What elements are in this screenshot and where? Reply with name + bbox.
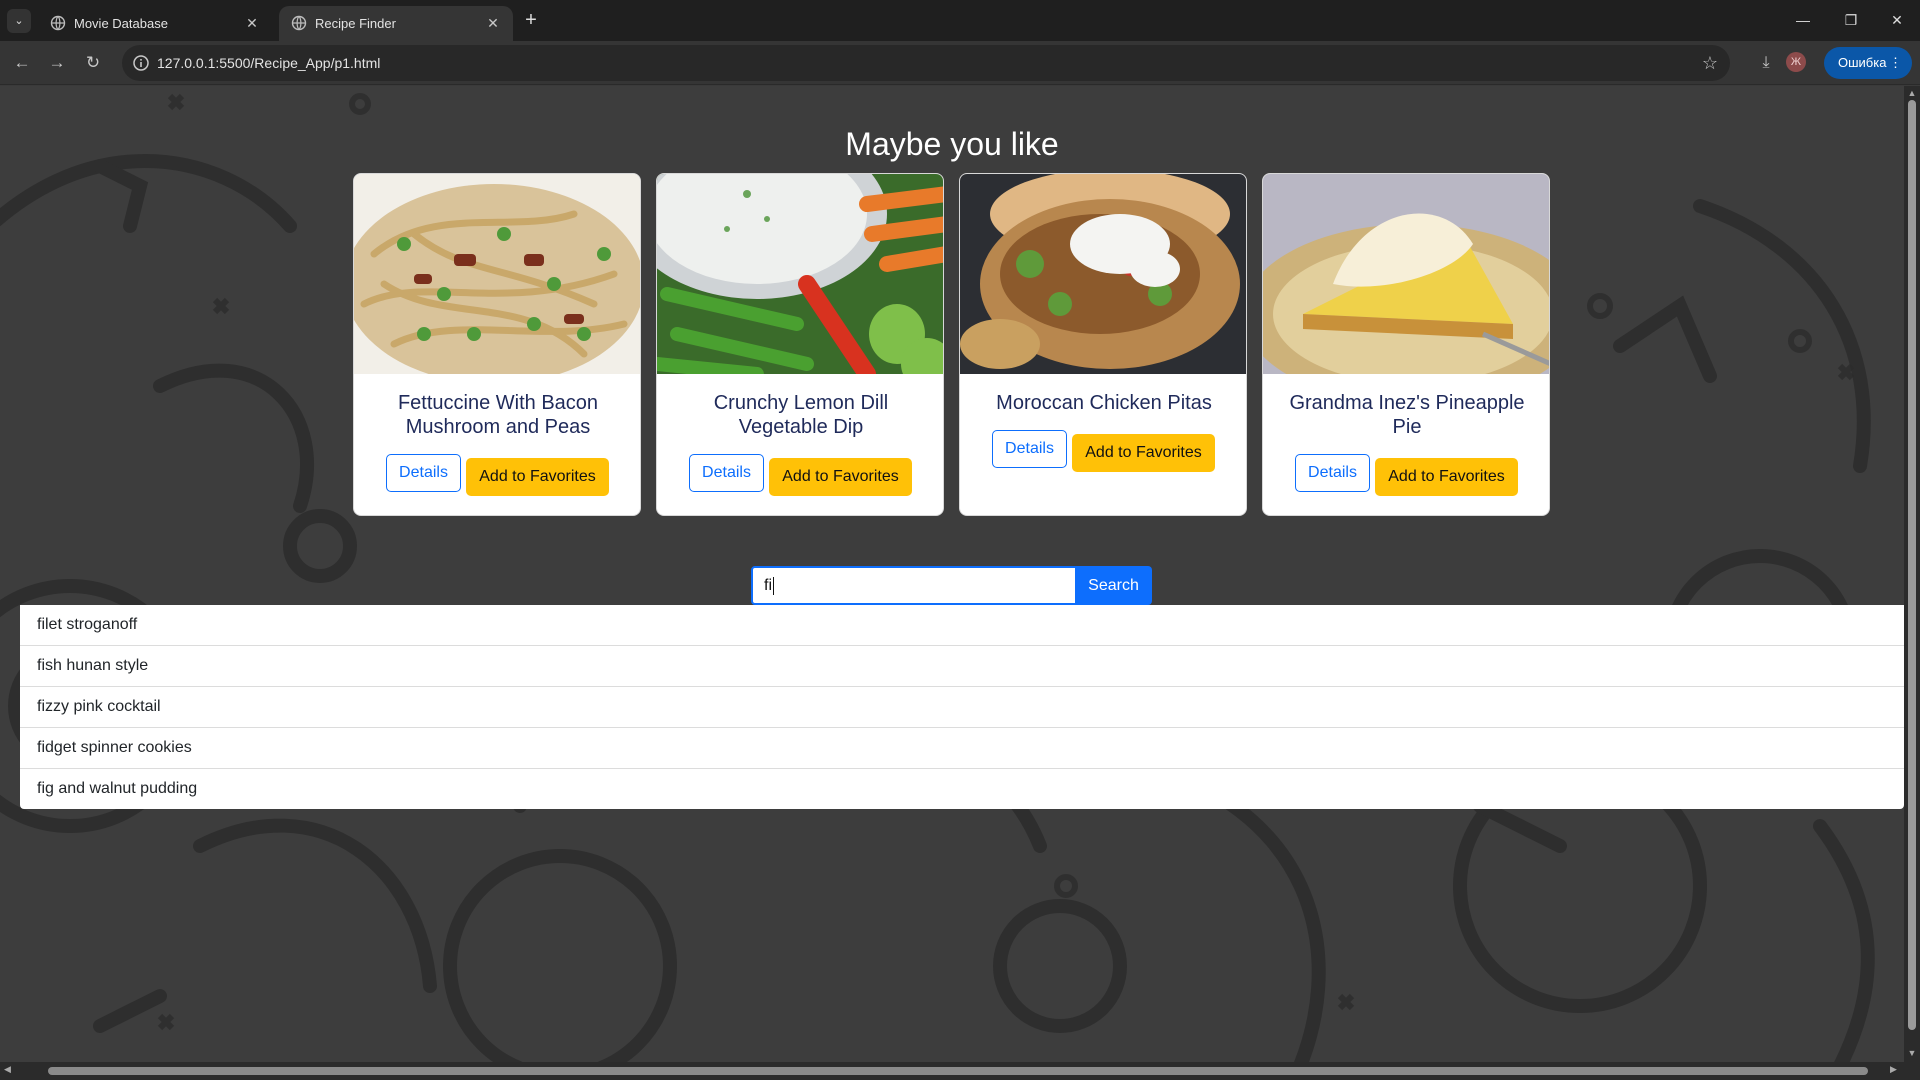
vertical-scrollbar[interactable]: ▲ ▼	[1904, 86, 1920, 1062]
more-menu-icon[interactable]: ⋮	[1889, 47, 1902, 79]
error-label: Ошибка	[1838, 55, 1887, 70]
page-title: Maybe you like	[845, 126, 1059, 162]
autocomplete-list: filet stroganoff fish hunan style fizzy …	[20, 605, 1904, 809]
suggestion-item[interactable]: fizzy pink cocktail	[20, 687, 1904, 728]
search-input-value: fi	[764, 577, 772, 594]
tab-strip: ⌄ Movie Database ✕ Recipe Finder ✕ + — ❐…	[0, 0, 1920, 41]
tab-recipe-finder[interactable]: Recipe Finder ✕	[279, 6, 513, 41]
suggestion-item[interactable]: fig and walnut pudding	[20, 769, 1904, 809]
url-text: 127.0.0.1:5500/Recipe_App/p1.html	[157, 55, 381, 71]
add-to-favorites-button[interactable]: Add to Favorites	[769, 458, 912, 496]
suggestion-item[interactable]: filet stroganoff	[20, 605, 1904, 646]
scroll-down-icon[interactable]: ▼	[1904, 1048, 1920, 1058]
browser-toolbar: ← → ↻ 127.0.0.1:5500/Recipe_App/p1.html …	[0, 41, 1920, 85]
site-info-icon[interactable]	[132, 54, 150, 72]
close-icon[interactable]: ✕	[483, 13, 503, 33]
recipe-card: Fettuccine With Bacon Mushroom and Peas …	[353, 173, 641, 516]
address-bar[interactable]: 127.0.0.1:5500/Recipe_App/p1.html ☆	[122, 45, 1730, 81]
tab-search-button[interactable]: ⌄	[7, 9, 31, 33]
download-icon[interactable]: ⤓	[1754, 51, 1778, 75]
details-button[interactable]: Details	[1295, 454, 1370, 492]
details-button[interactable]: Details	[992, 430, 1067, 468]
veggie-dip-photo	[657, 174, 943, 374]
recipe-title: Fettuccine With Bacon Mushroom and Peas	[397, 392, 599, 438]
horizontal-scrollbar[interactable]: ◀ ▶	[0, 1062, 1904, 1080]
scroll-up-icon[interactable]: ▲	[1904, 88, 1920, 98]
restore-icon[interactable]: ❐	[1834, 6, 1868, 34]
forward-icon[interactable]: →	[43, 49, 71, 77]
search-input[interactable]: fi	[751, 566, 1077, 605]
pasta-photo	[354, 174, 640, 374]
avatar[interactable]: Ж	[1786, 52, 1806, 72]
recipe-card: Moroccan Chicken Pitas Details Add to Fa…	[959, 173, 1247, 516]
recipe-title: Grandma Inez's Pineapple Pie	[1289, 392, 1525, 438]
text-caret	[773, 576, 774, 595]
pita-photo	[960, 174, 1246, 374]
recipe-title: Crunchy Lemon Dill Vegetable Dip	[713, 392, 889, 438]
add-to-favorites-button[interactable]: Add to Favorites	[1072, 434, 1215, 472]
details-button[interactable]: Details	[689, 454, 764, 492]
tab-title: Movie Database	[74, 16, 168, 31]
close-icon[interactable]: ✕	[242, 13, 262, 33]
details-button[interactable]: Details	[386, 454, 461, 492]
page-viewport: Maybe you like Fettuccine With Bacon Mus…	[0, 86, 1904, 1062]
bookmark-star-icon[interactable]: ☆	[1702, 53, 1718, 74]
horizontal-scroll-thumb[interactable]	[48, 1067, 1868, 1075]
recipe-card: Grandma Inez's Pineapple Pie Details Add…	[1262, 173, 1550, 516]
window-close-icon[interactable]: ✕	[1880, 6, 1914, 34]
scroll-left-icon[interactable]: ◀	[4, 1064, 11, 1075]
globe-icon	[291, 15, 307, 31]
tab-title: Recipe Finder	[315, 16, 396, 31]
recipe-title: Moroccan Chicken Pitas	[996, 392, 1212, 414]
new-tab-icon[interactable]: +	[519, 8, 543, 32]
search-button[interactable]: Search	[1075, 566, 1152, 605]
scroll-right-icon[interactable]: ▶	[1890, 1064, 1897, 1075]
vertical-scroll-thumb[interactable]	[1908, 100, 1916, 1030]
pie-photo	[1263, 174, 1549, 374]
suggestion-item[interactable]: fidget spinner cookies	[20, 728, 1904, 769]
recipe-card: Crunchy Lemon Dill Vegetable Dip Details…	[656, 173, 944, 516]
error-status-button[interactable]: Ошибка ⋮	[1824, 47, 1912, 79]
scrollbar-corner	[1904, 1062, 1920, 1080]
add-to-favorites-button[interactable]: Add to Favorites	[466, 458, 609, 496]
minimize-icon[interactable]: —	[1786, 6, 1820, 34]
tab-movie-database[interactable]: Movie Database ✕	[38, 6, 272, 41]
add-to-favorites-button[interactable]: Add to Favorites	[1375, 458, 1518, 496]
reload-icon[interactable]: ↻	[79, 49, 107, 77]
suggestion-item[interactable]: fish hunan style	[20, 646, 1904, 687]
globe-icon	[50, 15, 66, 31]
back-icon[interactable]: ←	[8, 49, 36, 77]
